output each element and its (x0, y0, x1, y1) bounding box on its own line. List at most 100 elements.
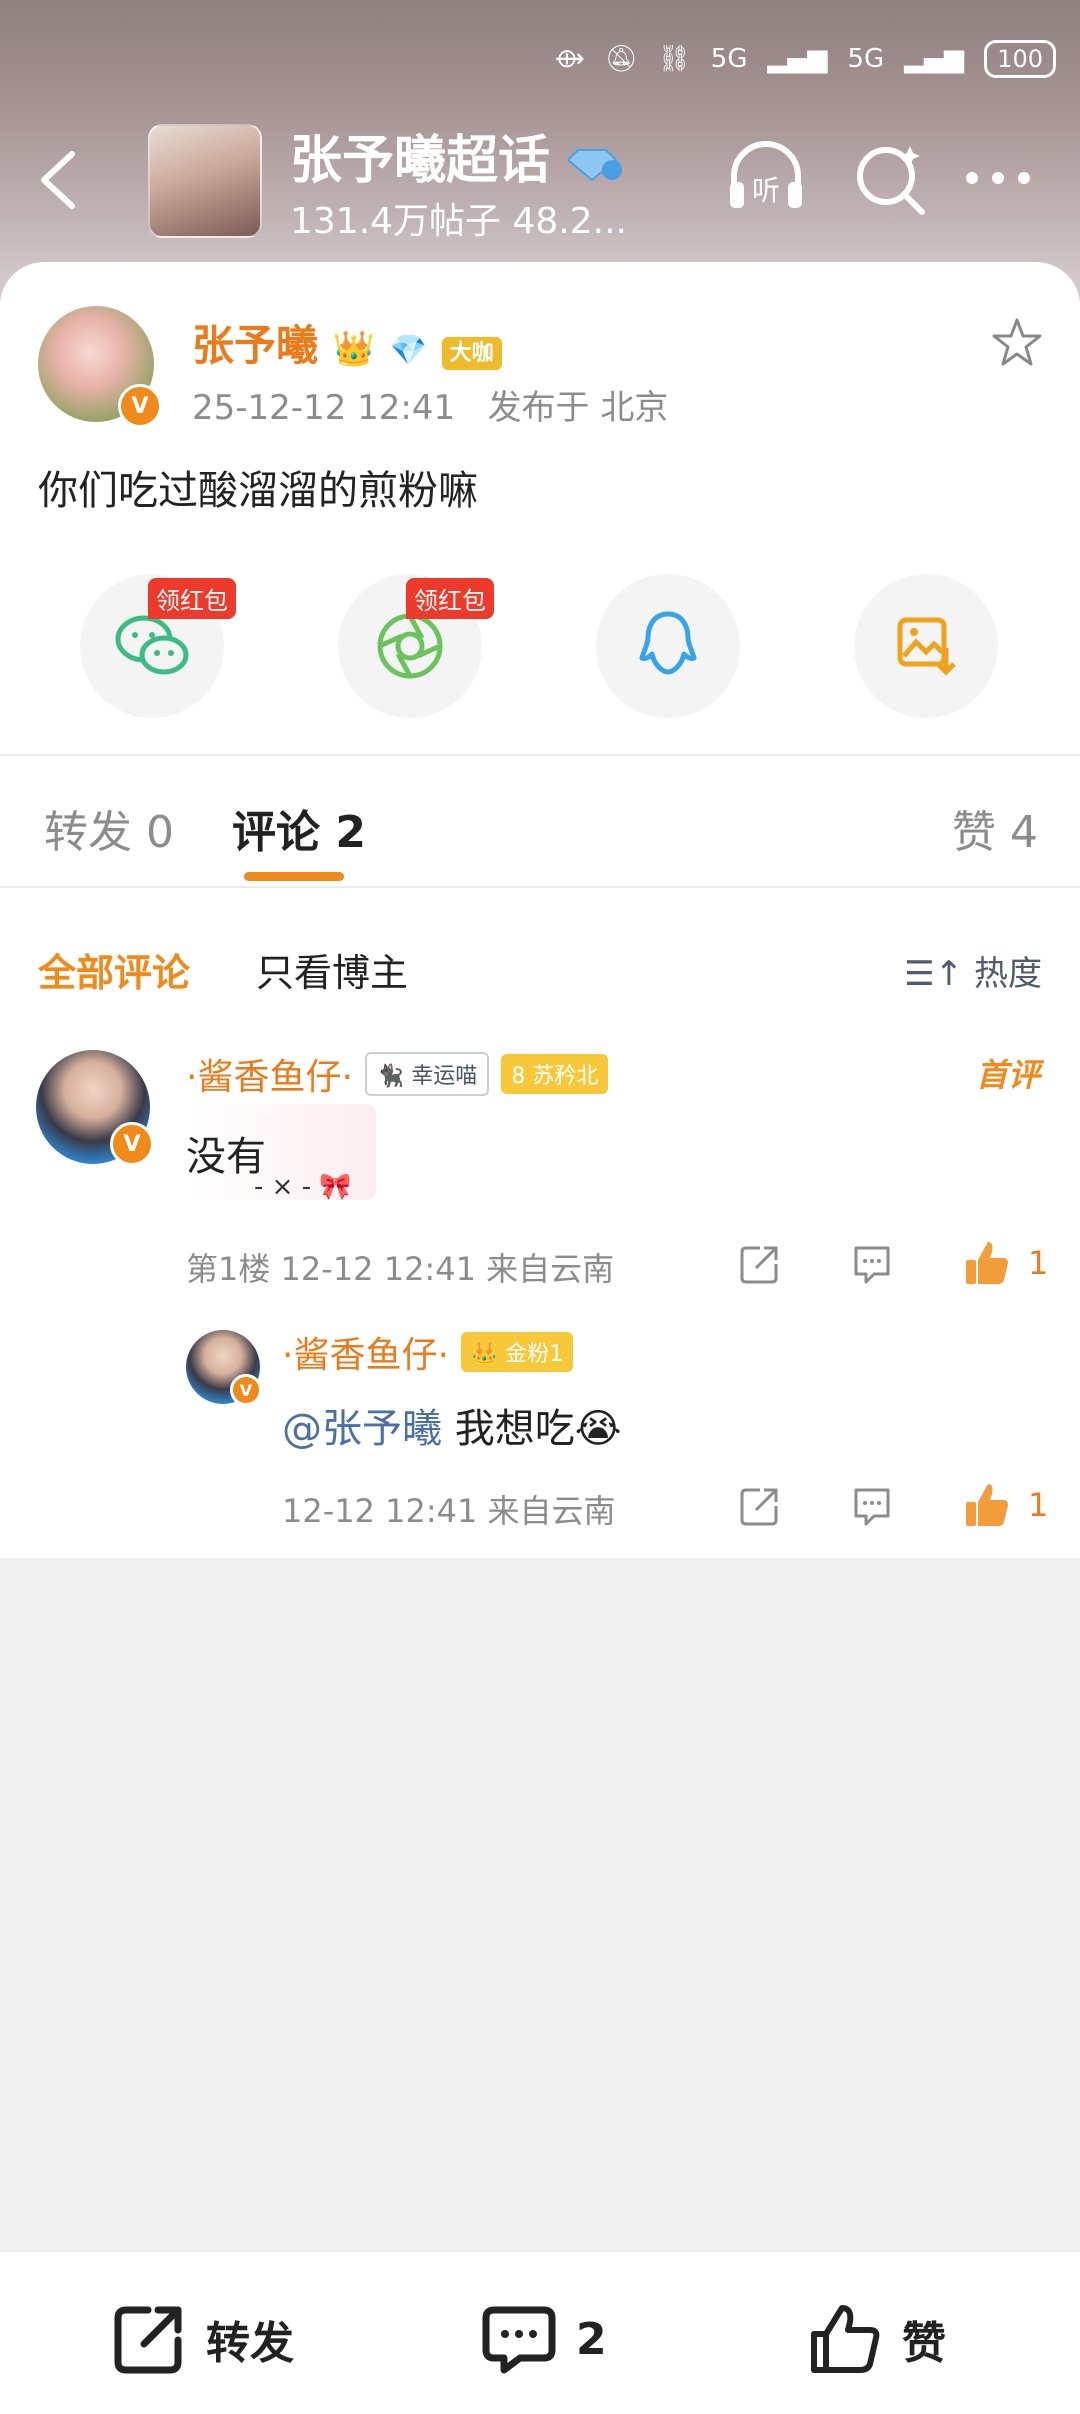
topic-cover-image[interactable] (148, 124, 262, 238)
back-button[interactable] (38, 150, 78, 210)
repost-reply-button[interactable] (738, 1484, 782, 1532)
repost-button[interactable]: 转发 (110, 2300, 294, 2378)
like-label: 赞 (902, 2318, 946, 2369)
reply-location: 来自云南 (487, 1492, 616, 1530)
filter-all-comments[interactable]: 全部评论 (38, 942, 190, 997)
bow-icon: 🎀 (319, 1172, 352, 1202)
first-comment-label: 首评 (975, 1056, 1040, 1094)
comment-location: 来自云南 (486, 1250, 615, 1288)
cat-icon: 🐈‍⬛ (376, 1064, 405, 1089)
gold-fan-label: 金粉1 (505, 1342, 564, 1367)
save-image-button[interactable] (854, 574, 998, 718)
wechat-icon (115, 615, 189, 675)
reply-author-name[interactable]: ·酱香鱼仔· (282, 1326, 449, 1378)
tab-likes[interactable]: 赞 4 (952, 796, 1038, 860)
crown-icon: 👑 (470, 1342, 499, 1367)
chevron-left-icon (41, 151, 75, 209)
commenter-name[interactable]: ·酱香鱼仔· (186, 1048, 353, 1100)
wechat-redpacket-tag: 领红包 (148, 578, 236, 619)
fan-badge-label: 幸运喵 (411, 1064, 478, 1089)
topic-stats: 131.4万帖子 48.2... (290, 201, 627, 242)
fan-level-label: 苏矜北 (532, 1064, 599, 1089)
like-reply-button[interactable]: 1 (962, 1480, 1048, 1530)
signal-bars-icon: ▂▄▆ (767, 44, 828, 74)
post-author-name: 张予曦 (192, 321, 319, 370)
reply-comment-button[interactable] (850, 1242, 894, 1290)
share-icon (740, 1246, 778, 1284)
sort-label: 热度 (974, 954, 1042, 994)
post-location: 发布于 北京 (487, 388, 669, 428)
comment-button[interactable]: 2 (480, 2300, 607, 2378)
search-icon (857, 146, 925, 215)
reply-header: ·酱香鱼仔· 👑 金粉1 (282, 1326, 574, 1378)
more-icon (966, 172, 1030, 184)
divider (0, 886, 1080, 888)
sort-icon: ☰↑ (904, 954, 964, 994)
like-count: 1 (1028, 1486, 1049, 1524)
favorite-button[interactable] (990, 316, 1044, 374)
comment-count: 2 (576, 2313, 607, 2365)
comment-icon (854, 1488, 890, 1526)
headphones-icon: 听 (730, 141, 802, 208)
verified-badge: V (230, 1374, 262, 1406)
topic-title[interactable]: 张予曦超话 (290, 118, 624, 193)
qq-icon (639, 611, 697, 675)
verified-badge: V (110, 1122, 154, 1166)
star-icon (992, 318, 1042, 366)
comment-meta: 第1楼 12-12 12:41 来自云南 (186, 1244, 614, 1290)
fan-level-number: 8 (511, 1064, 526, 1089)
post-author[interactable]: 张予曦 👑 💎 大咖 (192, 312, 502, 373)
share-icon (740, 1488, 778, 1526)
author-tag: 大咖 (441, 337, 502, 370)
reply-text: @张予曦 我想吃😭 (282, 1396, 621, 1454)
post-content: 你们吃过酸溜溜的煎粉嘛 (38, 468, 478, 514)
tab-repost[interactable]: 转发 0 (44, 796, 174, 860)
mute-icon: 🔕︎ (604, 44, 638, 74)
topic-title-text: 张予曦超话 (290, 131, 551, 191)
comment-icon (854, 1246, 890, 1284)
reply-to-reply-button[interactable] (850, 1484, 894, 1532)
post-meta: 25-12-12 12:41 发布于 北京 (192, 380, 668, 429)
status-bar: ⟴ 🔕︎ ⛓︎ 5G ▂▄▆ 5G ▂▄▆ 100 (555, 40, 1056, 78)
divider (0, 754, 1080, 756)
reply-body: 我想吃😭 (454, 1406, 622, 1452)
sort-button[interactable]: ☰↑ 热度 (904, 946, 1042, 995)
reply-time: 12-12 12:41 (282, 1492, 478, 1530)
repost-label: 转发 (206, 2318, 294, 2369)
listen-button[interactable]: 听 (724, 136, 808, 220)
fan-level-badge: 8 苏矜北 (501, 1054, 609, 1094)
gold-fan-badge: 👑 金粉1 (460, 1332, 574, 1372)
battery-indicator: 100 (984, 40, 1056, 78)
share-icon (114, 2306, 182, 2374)
like-comment-button[interactable]: 1 (962, 1238, 1048, 1288)
reply-meta: 12-12 12:41 来自云南 (282, 1486, 616, 1532)
repost-comment-button[interactable] (738, 1242, 782, 1290)
decor-text: - × - (254, 1172, 312, 1202)
verified-badge: V (118, 384, 162, 428)
comment-header: ·酱香鱼仔· 🐈‍⬛ 幸运喵 8 苏矜北 (186, 1048, 609, 1100)
comment-icon (482, 2306, 556, 2374)
more-button[interactable] (956, 136, 1040, 220)
listen-label: 听 (752, 174, 780, 207)
moments-redpacket-tag: 领红包 (406, 578, 494, 619)
diamond-badge-icon (566, 149, 623, 182)
mention-link[interactable]: @张予曦 (282, 1406, 442, 1452)
filter-blogger-only[interactable]: 只看博主 (256, 942, 408, 997)
share-qq-button[interactable] (596, 574, 740, 718)
thumbs-up-icon (966, 1242, 1008, 1284)
active-tab-indicator (244, 872, 344, 881)
signal-2: 5G (847, 44, 885, 74)
like-button[interactable]: 赞 (806, 2300, 946, 2378)
signal-bars-icon: ▂▄▆ (904, 44, 965, 74)
comment-time: 12-12 12:41 (280, 1250, 476, 1288)
moments-icon (377, 613, 443, 679)
diamond-badge-icon: 💎 (389, 333, 427, 368)
thumbs-up-icon (966, 1484, 1008, 1526)
post-time: 25-12-12 12:41 (192, 388, 456, 428)
fan-badge-lucky: 🐈‍⬛ 幸运喵 (364, 1052, 490, 1096)
tab-comments[interactable]: 评论 2 (232, 796, 366, 860)
save-image-icon (897, 617, 956, 676)
search-button[interactable] (848, 136, 932, 220)
floor-number: 第1楼 (186, 1250, 271, 1288)
thumbs-up-icon (811, 2305, 880, 2373)
